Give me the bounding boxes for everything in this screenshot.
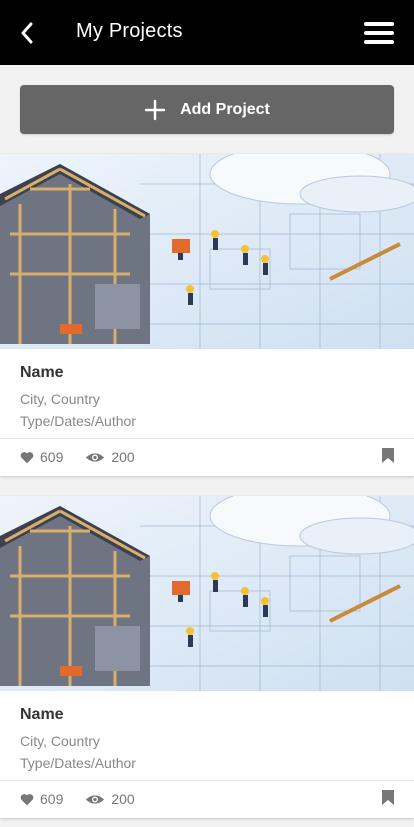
views-stat: 200 (85, 791, 135, 807)
views-count: 200 (111, 449, 135, 465)
menu-button[interactable] (364, 22, 394, 44)
add-project-label: Add Project (180, 100, 270, 118)
plus-icon (144, 99, 166, 120)
likes-stat[interactable]: 609 (20, 791, 63, 807)
views-stat: 200 (85, 449, 135, 465)
project-image[interactable] (0, 496, 414, 691)
heart-icon (20, 793, 34, 805)
likes-count: 609 (40, 449, 64, 465)
bookmark-icon (382, 790, 394, 805)
bookmark-button[interactable] (382, 790, 394, 808)
project-location: City, Country (20, 391, 100, 407)
project-name: Name (20, 364, 64, 381)
heart-icon (20, 451, 34, 463)
hamburger-menu-icon (364, 22, 394, 26)
project-meta: Type/Dates/Author (20, 413, 136, 429)
project-meta: Type/Dates/Author (20, 755, 136, 771)
project-card[interactable]: Name City, Country Type/Dates/Author 609… (0, 496, 414, 818)
project-image[interactable] (0, 154, 414, 349)
add-project-button[interactable]: Add Project (20, 85, 394, 134)
likes-count: 609 (40, 791, 64, 807)
page-title: My Projects (76, 20, 183, 42)
project-name: Name (20, 706, 64, 723)
chevron-left-icon (21, 22, 33, 44)
project-location: City, Country (20, 733, 100, 749)
app-bar: My Projects (0, 0, 414, 65)
eye-icon (86, 452, 105, 462)
bookmark-icon (382, 448, 394, 463)
bookmark-button[interactable] (382, 448, 394, 466)
likes-stat[interactable]: 609 (20, 449, 63, 465)
project-card[interactable]: Name City, Country Type/Dates/Author 609… (0, 154, 414, 476)
back-button[interactable] (12, 17, 42, 49)
eye-icon (86, 794, 105, 804)
views-count: 200 (111, 791, 135, 807)
